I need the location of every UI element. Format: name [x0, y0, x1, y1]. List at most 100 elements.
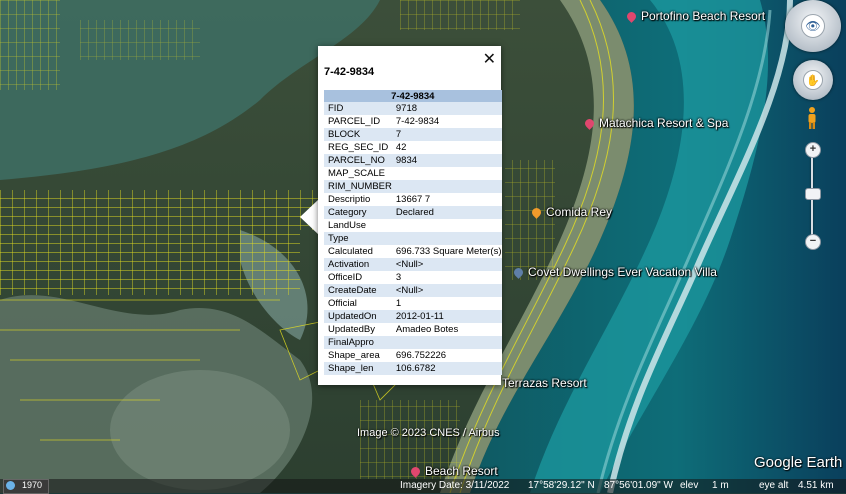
move-control[interactable]: ✋: [793, 60, 833, 100]
attribute-key: MAP_SCALE: [324, 167, 392, 180]
latitude: 17°58'29.12" N: [528, 480, 595, 491]
attribute-key: UpdatedOn: [324, 310, 392, 323]
map-pin-icon: [625, 10, 638, 24]
attribute-key: Category: [324, 206, 392, 219]
attribute-key: PARCEL_NO: [324, 154, 392, 167]
attribute-row: OfficeID 3: [324, 271, 502, 284]
status-bar: 1970 Imagery Date: 3/11/2022 17°58'29.12…: [0, 479, 846, 494]
close-icon[interactable]: ✕: [483, 49, 496, 69]
attribute-key: PARCEL_ID: [324, 115, 392, 128]
attribute-row: Shape_area 696.752226: [324, 349, 502, 362]
map-pin-icon: [583, 117, 596, 131]
attribute-row: FinalAppro: [324, 336, 502, 349]
attribute-row: Official 1: [324, 297, 502, 310]
attribute-value: 106.6782: [391, 362, 502, 375]
popup-pointer: [300, 199, 319, 235]
attribute-key: Shape_area: [324, 349, 392, 362]
attribute-key: Official: [324, 297, 392, 310]
attribute-key: REG_SEC_ID: [324, 141, 392, 154]
attribute-value: [391, 232, 502, 245]
pegman-icon[interactable]: [806, 106, 818, 130]
poi-beach-resort[interactable]: Beach Resort: [409, 464, 498, 479]
attribute-row: PARCEL_ID 7-42-9834: [324, 115, 502, 128]
attribute-value: 42: [391, 141, 502, 154]
longitude: 87°56'01.09" W: [604, 480, 673, 491]
imagery-date: Imagery Date: 3/11/2022: [400, 480, 510, 491]
attribute-value: Declared: [391, 206, 502, 219]
poi-covet-dwellings[interactable]: Covet Dwellings Ever Vacation Villa: [512, 265, 717, 280]
popup-title: 7-42-9834: [324, 66, 375, 78]
attribute-key: CreateDate: [324, 284, 392, 297]
attribute-value: 7: [391, 128, 502, 141]
attribute-row: CreateDate <Null>: [324, 284, 502, 297]
attribute-row: FID 9718: [324, 102, 502, 115]
attribute-value: Amadeo Botes: [391, 323, 502, 336]
attribute-row: RIM_NUMBER: [324, 180, 502, 193]
attribute-value: 1: [391, 297, 502, 310]
poi-portofino[interactable]: Portofino Beach Resort: [625, 9, 765, 24]
attribute-row: LandUse: [324, 219, 502, 232]
attribute-key: FinalAppro: [324, 336, 392, 349]
clock-icon: [6, 481, 15, 490]
attribute-value: 3: [391, 271, 502, 284]
attribute-key: RIM_NUMBER: [324, 180, 392, 193]
attribute-value: 9834: [391, 154, 502, 167]
attribute-key: Descriptio: [324, 193, 392, 206]
attribute-key: OfficeID: [324, 271, 392, 284]
poi-comida-rey[interactable]: Comida Rey: [530, 205, 612, 220]
elevation-label: elev: [680, 480, 699, 491]
attribute-value: 7-42-9834: [391, 115, 502, 128]
attribute-row: BLOCK 7: [324, 128, 502, 141]
google-earth-logo: Google Earth: [754, 454, 843, 471]
attribute-value: <Null>: [391, 258, 502, 271]
parcel-info-popup: ✕ 7-42-9834 7-42-9834 FID 9718 PARCEL_ID 7-…: [318, 46, 502, 385]
attribute-key: UpdatedBy: [324, 323, 392, 336]
attribute-key: BLOCK: [324, 128, 392, 141]
attribute-value: <Null>: [391, 284, 502, 297]
hand-icon: ✋: [803, 70, 823, 90]
attribute-value: [391, 167, 502, 180]
attribute-row: PARCEL_NO 9834: [324, 154, 502, 167]
attribute-key: LandUse: [324, 219, 392, 232]
attribute-value: [391, 336, 502, 349]
attribute-value: 696.752226: [391, 349, 502, 362]
attribute-value: [391, 219, 502, 232]
attribute-row: Type: [324, 232, 502, 245]
eye-alt-value: 4.51 km: [798, 480, 834, 491]
attribute-row: MAP_SCALE: [324, 167, 502, 180]
attribute-value: 2012-01-11: [391, 310, 502, 323]
attribute-row: Activation <Null>: [324, 258, 502, 271]
zoom-out-button[interactable]: −: [805, 234, 821, 250]
poi-matachica[interactable]: Matachica Resort & Spa: [583, 116, 728, 131]
attribute-value: [391, 180, 502, 193]
attribute-row: Category Declared: [324, 206, 502, 219]
map-pin-icon: [409, 465, 422, 479]
attribute-value: 696.733 Square Meter(s): [391, 245, 502, 258]
attribute-row: Descriptio 13667 7: [324, 193, 502, 206]
map-pin-icon: [512, 266, 525, 280]
imagery-credit: Image © 2023 CNES / Airbus: [357, 427, 500, 439]
attribute-key: Shape_len: [324, 362, 392, 375]
attribute-row: REG_SEC_ID 42: [324, 141, 502, 154]
attribute-key: Calculated: [324, 245, 392, 258]
attribute-row: Shape_len 106.6782: [324, 362, 502, 375]
attribute-key: FID: [324, 102, 392, 115]
poi-terrazas[interactable]: Terrazas Resort: [502, 376, 587, 390]
attribute-value: 13667 7: [391, 193, 502, 206]
attribute-key: Activation: [324, 258, 392, 271]
look-around-control[interactable]: 👁: [785, 0, 841, 52]
eye-alt-label: eye alt: [759, 480, 789, 491]
eye-icon: 👁: [801, 14, 825, 38]
zoom-in-button[interactable]: +: [805, 142, 821, 158]
historical-imagery-button[interactable]: 1970: [3, 479, 49, 494]
attribute-row: Calculated 696.733 Square Meter(s): [324, 245, 502, 258]
attribute-row: UpdatedOn 2012-01-11: [324, 310, 502, 323]
zoom-slider-thumb[interactable]: [805, 188, 821, 200]
attribute-value: 9718: [391, 102, 502, 115]
attribute-key: Type: [324, 232, 392, 245]
attribute-row: UpdatedBy Amadeo Botes: [324, 323, 502, 336]
attribute-table: 7-42-9834 FID 9718 PARCEL_ID 7-42-9834 BLOCK…: [324, 90, 502, 375]
elevation-value: 1 m: [712, 480, 729, 491]
attribute-table-header: 7-42-9834: [324, 90, 502, 102]
map-pin-icon: [530, 206, 543, 220]
